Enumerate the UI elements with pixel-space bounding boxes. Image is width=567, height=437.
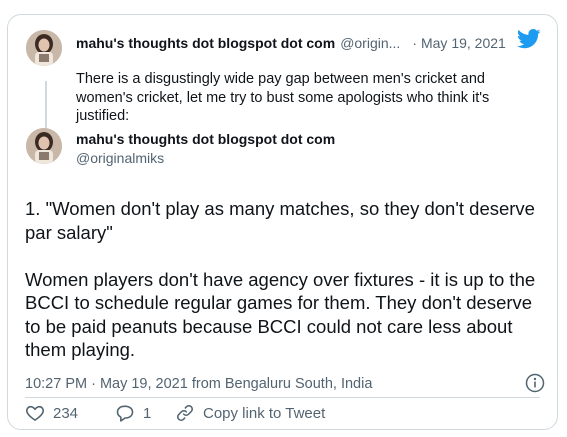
header-separator: · [412, 35, 417, 51]
like-count: 234 [53, 404, 79, 422]
copy-link-button[interactable]: Copy link to Tweet [175, 400, 325, 426]
like-button[interactable]: 234 [25, 400, 78, 426]
quoted-tweet-text: There is a disgustingly wide pay gap bet… [76, 71, 490, 124]
tweet-timestamp[interactable]: 10:27 PM · May 19, 2021 from Bengaluru S… [25, 376, 372, 392]
heart-icon [26, 405, 44, 422]
quoted-author-avatar[interactable] [26, 30, 62, 66]
tweet-embed-card: mahu's thoughts dot blogspot dot com @or… [7, 14, 558, 430]
author-name[interactable]: mahu's thoughts dot blogspot dot com [76, 131, 335, 147]
copy-link-label: Copy link to Tweet [203, 404, 326, 422]
author-avatar[interactable] [26, 128, 62, 164]
tweet-paragraph: 1. "Women don't play as many matches, so… [25, 198, 535, 243]
reply-button[interactable]: 1 [115, 400, 151, 426]
divider [25, 397, 540, 398]
quoted-author-name[interactable]: mahu's thoughts dot blogspot dot com [76, 35, 335, 51]
quoted-tweet-header: mahu's thoughts dot blogspot dot com @or… [76, 33, 516, 53]
reply-count: 1 [143, 404, 152, 422]
quoted-author-handle[interactable]: @origin... [340, 35, 400, 51]
twitter-bird-icon[interactable] [517, 29, 541, 54]
tweet-paragraph: Women players don't have agency over fix… [25, 268, 536, 361]
author-handle[interactable]: @originalmiks [76, 150, 164, 166]
reply-bubble-icon [116, 405, 134, 422]
action-bar: 234 1 Copy link to Tweet [25, 400, 545, 426]
timestamp-row: 10:27 PM · May 19, 2021 from Bengaluru S… [25, 373, 545, 395]
info-icon[interactable] [525, 373, 545, 398]
quoted-tweet-date[interactable]: May 19, 2021 [421, 35, 506, 51]
link-icon [177, 405, 193, 421]
thread-connector-line [45, 81, 47, 135]
tweet-text: 1. "Women don't play as many matches, so… [25, 197, 545, 362]
